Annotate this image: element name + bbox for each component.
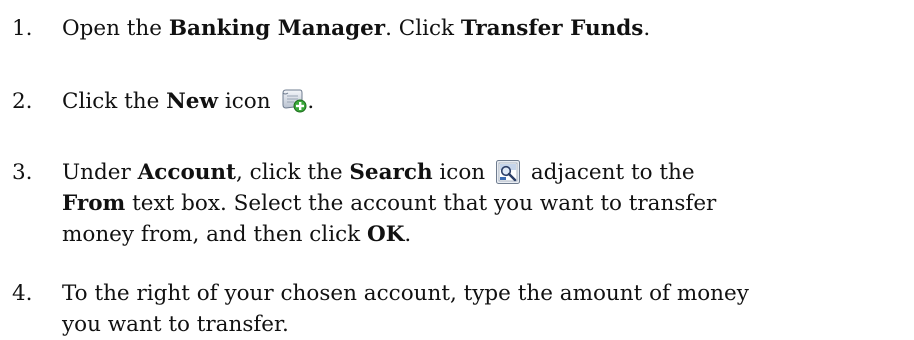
step-number: 2. xyxy=(12,89,33,114)
from-label: From xyxy=(62,191,126,216)
text-segment: . xyxy=(404,222,412,247)
step-text: Open the Banking Manager. Click Transfer… xyxy=(62,13,852,44)
search-label: Search xyxy=(349,160,433,185)
text-segment: money from, and then click xyxy=(62,222,367,247)
search-lookup-icon xyxy=(495,160,520,184)
step-number: 1. xyxy=(12,16,33,41)
text-segment: . xyxy=(643,16,651,41)
transfer-funds-label: Transfer Funds xyxy=(460,16,644,41)
step-text: To the right of your chosen account, typ… xyxy=(62,278,852,340)
text-segment: you want to transfer. xyxy=(62,312,289,337)
ok-label: OK xyxy=(366,222,405,247)
text-segment: icon xyxy=(218,89,278,114)
banking-manager-label: Banking Manager xyxy=(168,16,386,41)
account-label: Account xyxy=(137,160,236,185)
text-segment: Click the xyxy=(62,89,167,114)
text-segment: text box. Select the account that you wa… xyxy=(125,191,717,216)
text-segment: . Click xyxy=(385,16,461,41)
text-segment: adjacent to the xyxy=(523,160,695,185)
text-segment: Open the xyxy=(62,16,169,41)
text-segment: , click the xyxy=(235,160,350,185)
text-segment: Under xyxy=(62,160,138,185)
text-segment: To the right of your chosen account, typ… xyxy=(62,281,749,306)
text-segment: icon xyxy=(432,160,492,185)
step-text: Under Account, click the Search icon adj… xyxy=(62,157,852,250)
step-text: Click the New icon . xyxy=(62,86,852,117)
step-number: 3. xyxy=(12,160,33,185)
text-segment: . xyxy=(307,89,315,114)
step-number: 4. xyxy=(12,281,33,306)
new-label: New xyxy=(166,89,218,114)
new-document-plus-icon xyxy=(280,88,307,113)
